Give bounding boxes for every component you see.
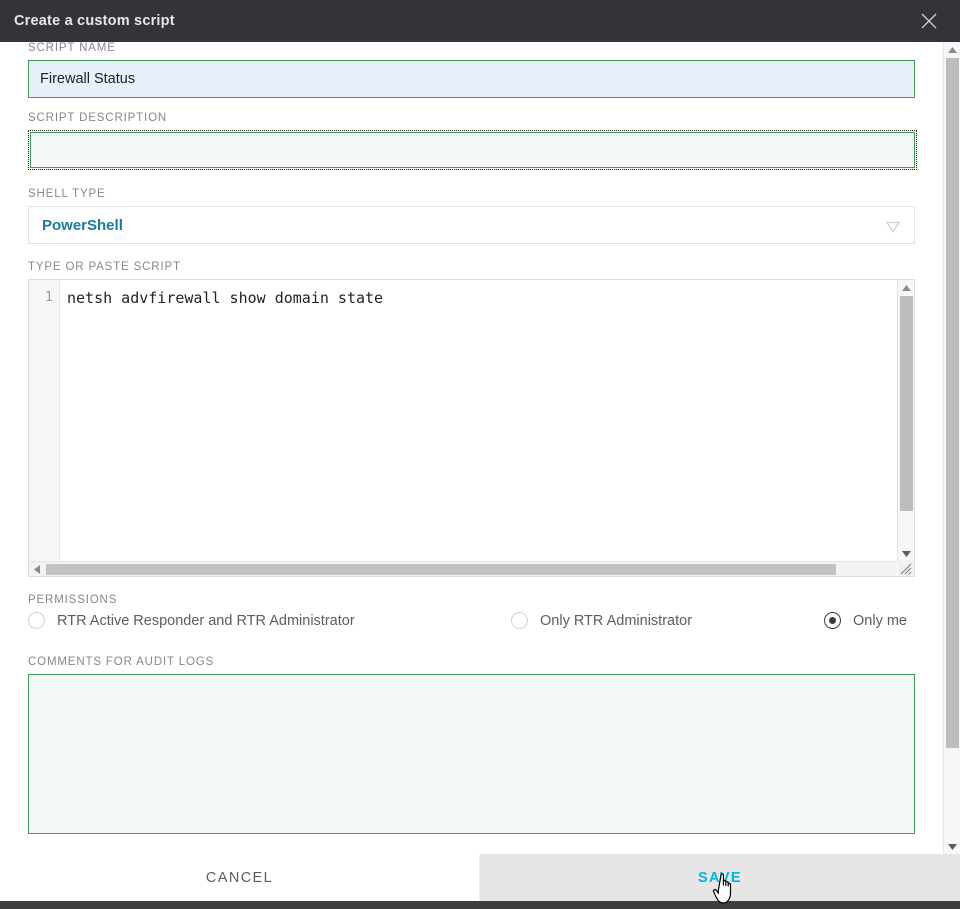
editor-gutter: 1 [29, 280, 60, 576]
script-description-input[interactable] [30, 132, 915, 168]
shell-type-label: SHELL TYPE [28, 188, 106, 200]
line-number: 1 [44, 289, 53, 305]
code-editor[interactable]: 1 netsh advfirewall show domain state [28, 279, 915, 577]
permissions-radio-group: RTR Active Responder and RTR Administrat… [28, 612, 915, 640]
radio-icon[interactable] [28, 612, 45, 629]
editor-horizontal-scroll-thumb[interactable] [46, 564, 836, 575]
create-custom-script-modal: Create a custom script SCRIPT NAME SCRIP… [0, 0, 960, 909]
script-name-input-wrap [28, 60, 915, 98]
arrow-up-icon[interactable] [944, 42, 960, 57]
shell-type-selected-value: PowerShell [42, 216, 123, 234]
shell-type-field: SHELL TYPE PowerShell [28, 188, 915, 244]
radio-option-only-me[interactable]: Only me [824, 612, 907, 629]
script-description-input-wrap [28, 130, 917, 170]
modal-header: Create a custom script [0, 0, 960, 42]
editor-vertical-scroll-thumb[interactable] [900, 296, 913, 511]
chevron-down-icon [885, 220, 901, 233]
radio-label: RTR Active Responder and RTR Administrat… [57, 612, 355, 629]
arrow-down-icon[interactable] [898, 546, 914, 561]
shell-type-select[interactable]: PowerShell [28, 206, 915, 244]
comments-field: COMMENTS FOR AUDIT LOGS [28, 656, 915, 834]
close-icon[interactable] [916, 8, 942, 34]
page-title: Create a custom script [14, 13, 175, 29]
form-container: SCRIPT NAME SCRIPT DESCRIPTION SHELL TYP… [0, 42, 943, 834]
modal-body: SCRIPT NAME SCRIPT DESCRIPTION SHELL TYP… [0, 42, 960, 854]
permissions-field: PERMISSIONS RTR Active Responder and RTR… [28, 594, 915, 640]
editor-code-content[interactable]: netsh advfirewall show domain state [61, 280, 892, 562]
editor-vertical-scrollbar[interactable] [897, 280, 914, 561]
script-name-input[interactable] [28, 60, 915, 98]
editor-horizontal-scrollbar[interactable] [29, 561, 897, 576]
modal-scroll-thumb[interactable] [946, 58, 959, 748]
resize-grip-icon[interactable] [898, 561, 914, 576]
script-editor-field: TYPE OR PASTE SCRIPT 1 netsh advfirewall… [28, 261, 915, 577]
radio-option-rtr-active-responder[interactable]: RTR Active Responder and RTR Administrat… [28, 612, 355, 629]
comments-textarea[interactable] [28, 674, 915, 834]
arrow-up-icon[interactable] [898, 280, 914, 295]
comments-label: COMMENTS FOR AUDIT LOGS [28, 656, 215, 668]
window-bottom-strip [0, 901, 960, 909]
script-name-field: SCRIPT NAME [28, 42, 915, 98]
arrow-down-icon[interactable] [944, 839, 960, 854]
save-button[interactable]: SAVE [480, 854, 960, 901]
script-description-label: SCRIPT DESCRIPTION [28, 112, 168, 124]
radio-icon[interactable] [511, 612, 528, 629]
script-description-field: SCRIPT DESCRIPTION [28, 112, 917, 170]
cancel-button[interactable]: CANCEL [0, 854, 480, 901]
arrow-left-icon[interactable] [29, 562, 44, 576]
permissions-label: PERMISSIONS [28, 594, 118, 606]
modal-vertical-scrollbar[interactable] [943, 42, 960, 854]
radio-option-only-rtr-administrator[interactable]: Only RTR Administrator [511, 612, 692, 629]
script-name-label: SCRIPT NAME [28, 42, 116, 54]
script-editor-label: TYPE OR PASTE SCRIPT [28, 261, 181, 273]
radio-label: Only RTR Administrator [540, 612, 693, 629]
radio-label: Only me [853, 612, 907, 629]
radio-icon-selected[interactable] [824, 612, 841, 629]
modal-footer: CANCEL SAVE [0, 854, 960, 901]
